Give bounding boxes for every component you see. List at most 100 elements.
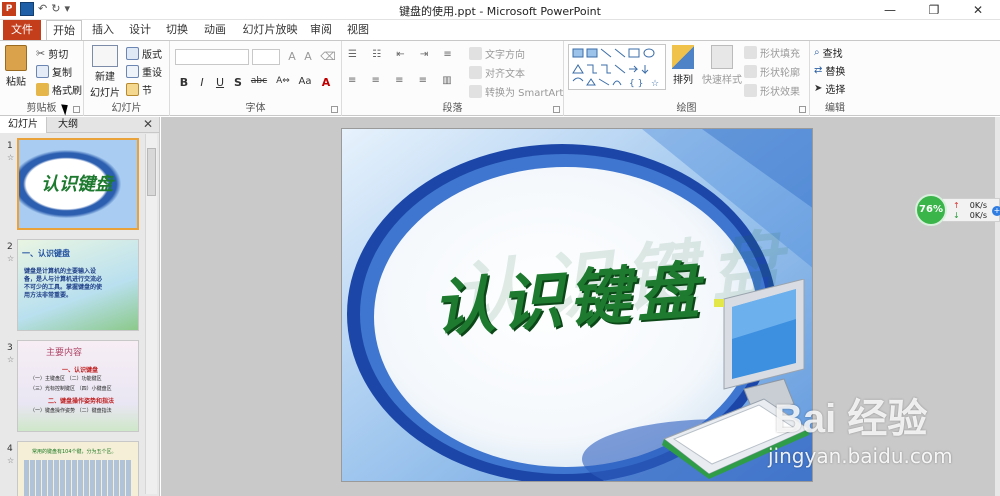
- align-text-icon: [469, 66, 482, 79]
- memory-usage-circle: 76%: [915, 194, 947, 226]
- group-editing: ⌕ 查找 ⇄ 替换 ➤ 选择 编辑: [810, 41, 860, 116]
- thumb-3-line-4: 二、键盘操作姿势和指法: [48, 398, 115, 405]
- thumb-3-line-5: （一）键盘操作姿势 （二）键盘指法: [30, 408, 112, 414]
- change-case-button[interactable]: Aa: [296, 76, 314, 87]
- text-direction-button[interactable]: 文字方向: [469, 46, 525, 61]
- paragraph-launcher-icon[interactable]: [553, 106, 560, 113]
- download-speed: 0K/s: [969, 211, 987, 220]
- format-painter-button[interactable]: 格式刷: [36, 82, 82, 97]
- shrink-font-icon[interactable]: A: [300, 50, 316, 63]
- group-clipboard: 粘贴 ✂ 剪切 复制 格式刷 剪贴板: [0, 41, 84, 116]
- quick-styles-button[interactable]: 快速样式: [702, 45, 742, 86]
- shadow-button[interactable]: S: [230, 76, 246, 89]
- svg-text:☆: ☆: [651, 79, 659, 89]
- tab-review[interactable]: 审阅: [306, 20, 336, 40]
- bold-button[interactable]: B: [176, 76, 192, 89]
- tab-home[interactable]: 开始: [46, 20, 82, 41]
- brush-icon: [36, 83, 49, 96]
- minimize-button[interactable]: —: [868, 0, 912, 20]
- baidu-watermark-url: jingyan.baidu.com: [768, 444, 953, 468]
- select-button[interactable]: ➤ 选择: [814, 81, 845, 96]
- slide-thumbnail-3[interactable]: 主要内容 一、认识键盘 （一）主键盘区 （二）功能键区 （三）光标控制键区 （四…: [17, 340, 139, 432]
- slide-star-icon-3: ☆: [7, 355, 15, 364]
- shapes-gallery-icons: { } ☆: [572, 48, 659, 89]
- thumb-3-title: 主要内容: [46, 348, 83, 358]
- close-button[interactable]: ✕: [956, 0, 1000, 20]
- network-speed-widget[interactable]: ↑ 0K/s ↓ 0K/s + 76%: [915, 194, 1000, 226]
- slide-number-2: 2: [7, 242, 13, 252]
- font-color-button[interactable]: A: [318, 76, 334, 89]
- plus-icon[interactable]: +: [992, 206, 1000, 216]
- reset-button[interactable]: 重设: [126, 64, 162, 79]
- paste-button[interactable]: 粘贴: [5, 45, 27, 88]
- quick-styles-icon: [711, 45, 733, 69]
- ribbon-tabs: 文件 开始 插入 设计 切换 动画 幻灯片放映 审阅 视图: [0, 20, 1000, 41]
- copy-button[interactable]: 复制: [36, 64, 72, 79]
- slide-star-icon-1: ☆: [7, 153, 15, 162]
- title-bar: P ↶ ↻ ▾ 键盘的使用.ppt - Microsoft PowerPoint…: [0, 0, 1000, 20]
- download-arrow-icon: ↓: [953, 211, 960, 220]
- thumb-2-body: 键盘是计算机的主要输入设备，是人与计算机进行交流必不可少的工具。掌握键盘的使用方…: [24, 268, 103, 299]
- arrange-button[interactable]: 排列: [672, 45, 694, 86]
- clear-format-icon[interactable]: ⌫: [320, 50, 336, 63]
- shape-outline-button[interactable]: 形状轮廓: [744, 64, 800, 79]
- tab-file[interactable]: 文件: [3, 20, 41, 40]
- shape-effects-button[interactable]: 形状效果: [744, 83, 800, 98]
- align-buttons[interactable]: ≡ ≡ ≡ ≡ ▥: [348, 75, 458, 86]
- restore-button[interactable]: ❐: [912, 0, 956, 20]
- svg-text:{ }: { }: [629, 79, 643, 89]
- group-drawing: { } ☆ 排列 快速样式 形状填充 形状轮廓 形状效果 绘图: [564, 41, 810, 116]
- copy-icon: [36, 65, 49, 78]
- align-text-button[interactable]: 对齐文本: [469, 65, 525, 80]
- ribbon: 粘贴 ✂ 剪切 复制 格式刷 剪贴板 新建 幻灯片 版式 重设 节 幻灯片 A …: [0, 40, 1000, 116]
- new-slide-icon: [92, 45, 118, 67]
- thumb-3-line-1: 一、认识键盘: [62, 367, 99, 374]
- cut-button[interactable]: ✂ 剪切: [36, 46, 68, 61]
- tab-insert[interactable]: 插入: [88, 20, 118, 40]
- slide-thumbnail-2[interactable]: 一、认识键盘 键盘是计算机的主要输入设备，是人与计算机进行交流必不可少的工具。掌…: [17, 239, 139, 331]
- group-label-editing: 编辑: [825, 103, 845, 114]
- group-label-font: 字体: [245, 103, 266, 114]
- main-vertical-scrollbar[interactable]: [995, 117, 1000, 496]
- thumb-4-title: 常用的键盘有104个键，分为五个区。: [32, 449, 117, 455]
- slides-pane-scroll-thumb[interactable]: [147, 148, 156, 196]
- smartart-button[interactable]: 转换为 SmartArt: [469, 84, 563, 99]
- slide-star-icon-4: ☆: [7, 456, 15, 465]
- layout-button[interactable]: 版式: [126, 46, 162, 61]
- slide-thumbnail-4[interactable]: 常用的键盘有104个键，分为五个区。: [17, 441, 139, 496]
- drawing-launcher-icon[interactable]: [799, 106, 806, 113]
- current-slide[interactable]: 认识键盘 认识键盘: [341, 128, 813, 482]
- italic-button[interactable]: I: [194, 76, 210, 89]
- tab-transitions[interactable]: 切换: [162, 20, 192, 40]
- list-buttons[interactable]: ☰ ☷ ⇤ ⇥ ≡: [348, 49, 458, 60]
- pane-close-icon[interactable]: ✕: [143, 117, 153, 132]
- tab-outline-pane[interactable]: 大纲: [50, 117, 86, 133]
- new-slide-button[interactable]: 新建 幻灯片: [90, 45, 120, 99]
- clipboard-launcher-icon[interactable]: [73, 106, 80, 113]
- tab-slides-pane[interactable]: 幻灯片: [0, 117, 47, 133]
- grow-font-icon[interactable]: A: [284, 50, 300, 63]
- effects-icon: [744, 84, 757, 97]
- section-button[interactable]: 节: [126, 82, 152, 97]
- group-label-paragraph: 段落: [442, 103, 463, 114]
- shapes-gallery[interactable]: { } ☆: [568, 44, 666, 90]
- font-size-combo[interactable]: [252, 49, 280, 65]
- shape-fill-button[interactable]: 形状填充: [744, 45, 800, 60]
- strikethrough-button[interactable]: abc: [248, 76, 270, 86]
- tab-view[interactable]: 视图: [343, 20, 373, 40]
- font-launcher-icon[interactable]: [331, 106, 338, 113]
- tab-animations[interactable]: 动画: [200, 20, 230, 40]
- thumb-2-title: 一、认识键盘: [22, 249, 70, 258]
- tab-slideshow[interactable]: 幻灯片放映: [240, 20, 300, 40]
- window-controls: — ❐ ✕: [868, 0, 1000, 20]
- tab-design[interactable]: 设计: [125, 20, 155, 40]
- group-label-drawing: 绘图: [676, 103, 697, 114]
- char-spacing-button[interactable]: A⇔: [272, 76, 294, 86]
- find-button[interactable]: ⌕ 查找: [814, 45, 843, 60]
- replace-button[interactable]: ⇄ 替换: [814, 63, 845, 78]
- slide-thumbnail-1[interactable]: 认识键盘: [17, 138, 139, 230]
- underline-button[interactable]: U: [212, 76, 228, 89]
- paint-bucket-icon: [744, 46, 757, 59]
- font-name-combo[interactable]: [175, 49, 249, 65]
- slides-pane-scrollbar[interactable]: [145, 134, 157, 494]
